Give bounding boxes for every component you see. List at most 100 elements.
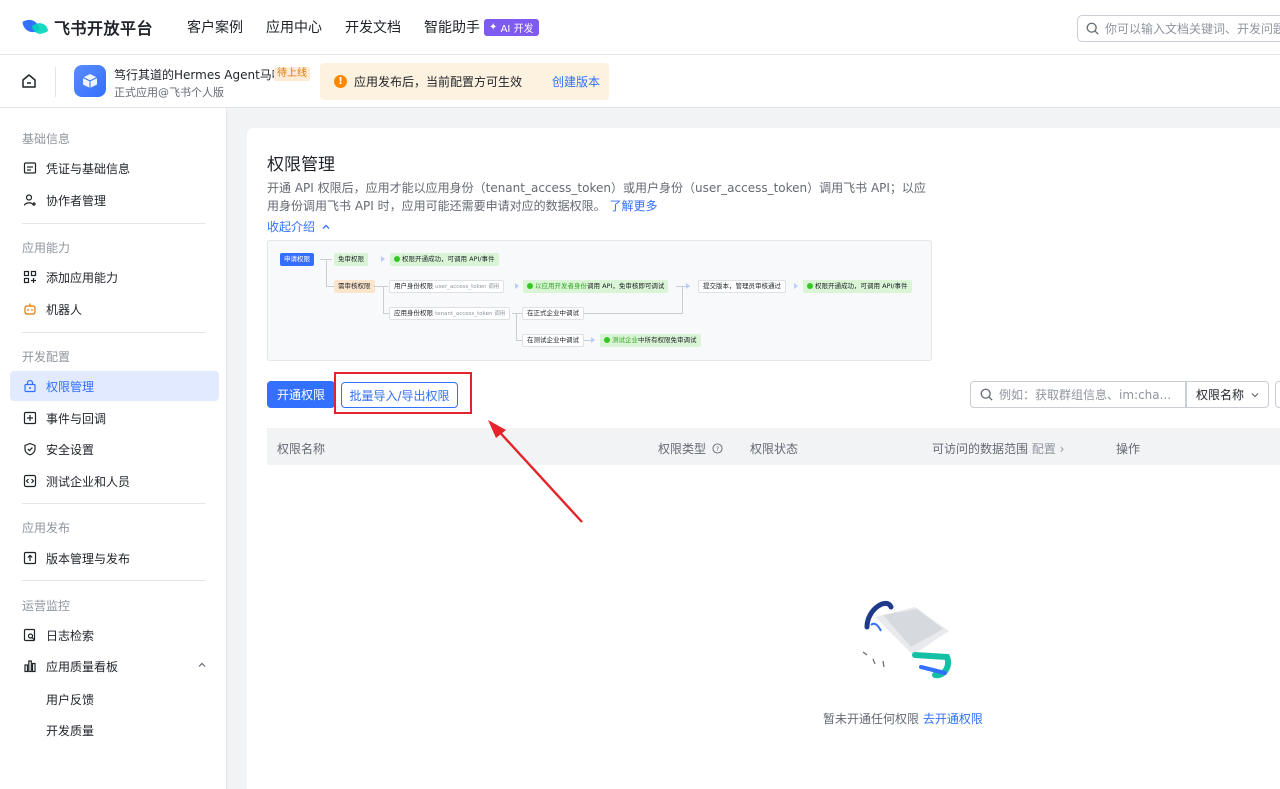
svg-text:?: ? bbox=[716, 445, 719, 453]
flow-success-2-label: 权限开通成功，可调用 API/事件 bbox=[815, 282, 908, 290]
sidebar-item-permissions[interactable]: 权限管理 bbox=[10, 371, 219, 401]
chevron-right-icon: › bbox=[1055, 442, 1065, 456]
annotation-arrow-icon bbox=[488, 420, 583, 523]
flow-test-free-label: 中所有权限免审调试 bbox=[638, 336, 697, 344]
sidebar-item-label: 安全设置 bbox=[46, 442, 95, 457]
sidebar-item-events[interactable]: 事件与回调 bbox=[10, 403, 219, 433]
flow-dev-debug-label: 调用 API，免审核即可调试 bbox=[587, 282, 665, 290]
flow-arrow bbox=[794, 283, 798, 289]
user-add-icon bbox=[23, 193, 37, 207]
sidebar-group-publish: 应用发布 bbox=[22, 521, 71, 535]
divider bbox=[22, 223, 206, 224]
col-header-type: 权限类型 ? bbox=[658, 440, 723, 457]
chevron-up-icon bbox=[322, 224, 330, 229]
search-icon bbox=[1086, 22, 1099, 35]
flow-success-2: 权限开通成功，可调用 API/事件 bbox=[803, 280, 912, 293]
flow-connector bbox=[374, 286, 388, 287]
global-search-input[interactable]: 你可以输入文档关键词、开发问题 bbox=[1077, 15, 1280, 42]
go-open-permission-link[interactable]: 去开通权限 bbox=[923, 712, 983, 726]
divider bbox=[55, 67, 56, 97]
page-description: 开通 API 权限后，应用才能以应用身份（tenant_access_token… bbox=[267, 179, 932, 215]
flow-test-enterprise: 测试企业 bbox=[612, 336, 638, 344]
check-icon bbox=[807, 283, 813, 289]
empty-state-message: 暂未开通任何权限 bbox=[823, 712, 920, 726]
brand-name: 飞书开放平台 bbox=[54, 19, 154, 38]
sidebar-item-label: 凭证与基础信息 bbox=[46, 161, 131, 176]
grid-add-icon bbox=[23, 270, 37, 284]
nav-link-assistant[interactable]: 智能助手 ✦ AI 开发 bbox=[424, 17, 539, 37]
open-permission-button[interactable]: 开通权限 bbox=[267, 381, 335, 408]
app-status-badge: 待上线 bbox=[274, 67, 310, 81]
collapse-intro-toggle[interactable]: 收起介绍 bbox=[267, 218, 331, 235]
flow-dev-identity: 以应用开发者身份 bbox=[535, 282, 587, 290]
notice-text: 应用发布后，当前配置方可生效 bbox=[354, 75, 523, 89]
filter-select[interactable]: 权限名称 bbox=[1185, 381, 1269, 408]
log-search-icon bbox=[23, 628, 37, 642]
check-icon bbox=[527, 283, 533, 289]
app-subtitle: 正式应用@飞书个人版 bbox=[114, 86, 224, 99]
create-version-link[interactable]: 创建版本 bbox=[552, 73, 600, 90]
permission-search-input[interactable]: 例如：获取群组信息、im:cha... bbox=[970, 381, 1187, 408]
page-title: 权限管理 bbox=[267, 155, 335, 175]
sidebar-item-label: 事件与回调 bbox=[46, 411, 107, 426]
scope-config-link[interactable]: 配置 › bbox=[1032, 442, 1065, 456]
sidebar-item-credentials[interactable]: 凭证与基础信息 bbox=[10, 153, 219, 183]
code-icon bbox=[23, 474, 37, 488]
check-icon bbox=[394, 256, 400, 262]
sidebar-group-basic: 基础信息 bbox=[22, 132, 71, 146]
nav-link-cases[interactable]: 客户案例 bbox=[187, 17, 243, 37]
filter-select-value: 权限名称 bbox=[1196, 388, 1245, 402]
sidebar-item-test-enterprise[interactable]: 测试企业和人员 bbox=[10, 466, 219, 496]
flow-arrow bbox=[515, 283, 519, 289]
global-search-placeholder: 你可以输入文档关键词、开发问题 bbox=[1105, 22, 1280, 36]
learn-more-link[interactable]: 了解更多 bbox=[609, 199, 657, 213]
sidebar-item-logs[interactable]: 日志检索 bbox=[10, 620, 219, 650]
upload-icon bbox=[23, 551, 37, 565]
flow-user-token: user_access_token 调用 bbox=[435, 284, 500, 290]
sidebar-group-ops: 运营监控 bbox=[22, 599, 71, 613]
cube-icon bbox=[82, 74, 98, 88]
ai-badge-label: AI 开发 bbox=[500, 23, 534, 35]
sidebar-item-security[interactable]: 安全设置 bbox=[10, 434, 219, 464]
help-icon[interactable]: ? bbox=[712, 443, 723, 454]
sidebar-item-quality[interactable]: 应用质量看板 bbox=[10, 651, 219, 681]
more-filter-button[interactable] bbox=[1275, 381, 1280, 408]
sidebar-item-bot[interactable]: 机器人 bbox=[10, 294, 219, 324]
flow-connector bbox=[383, 286, 384, 314]
table-header: 权限名称 权限类型 ? 权限状态 可访问的数据范围 配置 › 操作 bbox=[267, 428, 1280, 465]
sidebar-subitem-feedback[interactable]: 用户反馈 bbox=[46, 691, 94, 708]
flow-connector bbox=[682, 286, 683, 314]
home-icon[interactable] bbox=[20, 72, 38, 90]
sidebar-group-capability: 应用能力 bbox=[22, 241, 71, 255]
flow-success-1: 权限开通成功，可调用 API/事件 bbox=[390, 253, 499, 266]
flow-no-review: 免审权限 bbox=[334, 253, 368, 266]
sidebar-item-label: 权限管理 bbox=[46, 379, 95, 394]
flow-success-1-label: 权限开通成功，可调用 API/事件 bbox=[402, 255, 495, 263]
flow-app-identity-label: 应用身份权限 bbox=[394, 309, 433, 317]
sidebar-item-collaborators[interactable]: 协作者管理 bbox=[10, 185, 219, 215]
chevron-up-icon[interactable] bbox=[197, 659, 207, 673]
ai-badge: ✦ AI 开发 bbox=[484, 18, 539, 36]
annotation-highlight-box bbox=[334, 372, 472, 414]
flow-user-identity-label: 用户身份权限 bbox=[394, 282, 433, 290]
app-header: 笃行其道的Hermes Agent马喽 待上线 正式应用@飞书个人版 ! 应用发… bbox=[0, 55, 1280, 108]
nav-link-app-center[interactable]: 应用中心 bbox=[266, 17, 322, 37]
sidebar-subitem-dev-quality[interactable]: 开发质量 bbox=[46, 722, 94, 739]
app-avatar[interactable] bbox=[74, 65, 106, 97]
flow-dev-debug: 以应用开发者身份调用 API，免审核即可调试 bbox=[523, 280, 669, 293]
flow-arrow bbox=[381, 256, 385, 262]
flow-apply: 申请权限 bbox=[280, 253, 314, 266]
permission-search-placeholder: 例如：获取群组信息、im:cha... bbox=[999, 388, 1172, 402]
sidebar-item-add-capability[interactable]: 添加应用能力 bbox=[10, 262, 219, 292]
nav-link-docs[interactable]: 开发文档 bbox=[345, 17, 401, 37]
shield-icon bbox=[23, 442, 37, 456]
brand-logo[interactable]: 飞书开放平台 bbox=[22, 15, 154, 39]
sidebar-item-label: 添加应用能力 bbox=[46, 270, 119, 285]
nav-link-assistant-label: 智能助手 bbox=[424, 20, 481, 36]
sidebar: 基础信息 凭证与基础信息 协作者管理 应用能力 添加应用能力 机器人 开发配置 … bbox=[0, 108, 227, 789]
flow-connector bbox=[326, 286, 334, 287]
sidebar-item-versions[interactable]: 版本管理与发布 bbox=[10, 543, 219, 573]
col-header-scope: 可访问的数据范围 配置 › bbox=[932, 440, 1064, 457]
permission-flow-diagram: 申请权限 免审权限 权限开通成功，可调用 API/事件 需审核权限 用户身份权限… bbox=[267, 240, 932, 361]
sparkle-icon: ✦ bbox=[489, 21, 498, 33]
